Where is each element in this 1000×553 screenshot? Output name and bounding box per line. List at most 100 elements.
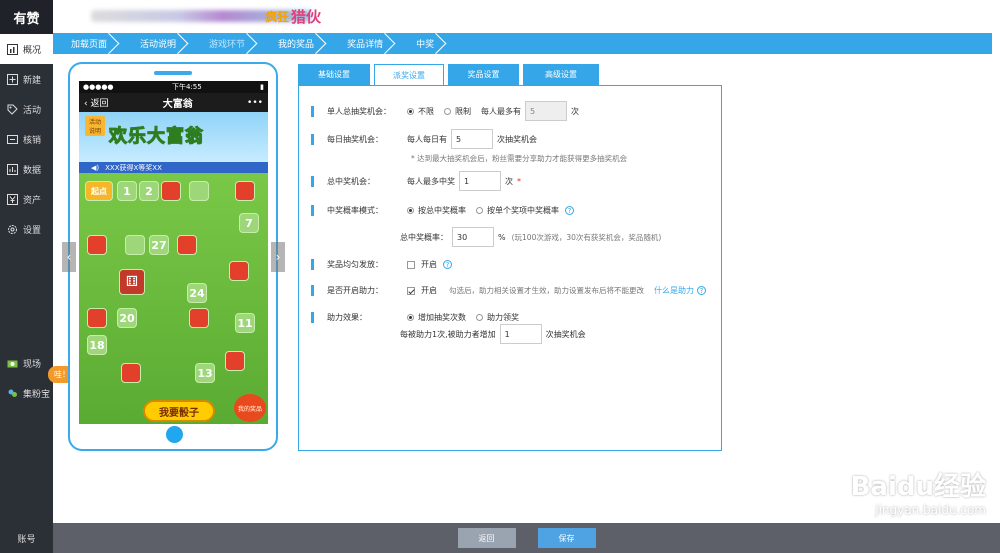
step-prize-detail[interactable]: 奖品详情 xyxy=(329,33,398,54)
sidebar-item-new[interactable]: 新建 xyxy=(0,64,53,94)
back-button[interactable]: 返回 xyxy=(457,528,516,548)
tab-award[interactable]: 派奖设置 xyxy=(374,64,444,86)
board-tile: 2 xyxy=(139,181,159,201)
radio-assist-claim[interactable] xyxy=(476,314,483,321)
more-icon[interactable]: ••• xyxy=(247,98,263,108)
radio-single-rate[interactable] xyxy=(476,207,483,214)
gift-tile xyxy=(87,235,107,255)
even-award-row: 奖品均匀发放： 开启 ? xyxy=(299,259,452,270)
phone-home-button xyxy=(166,426,183,443)
tab-basic[interactable]: 基础设置 xyxy=(298,64,370,85)
fans-icon xyxy=(6,387,19,400)
radio-label: 按总中奖概率 xyxy=(418,206,466,215)
what-is-assist-link[interactable]: 什么是助力 xyxy=(654,285,694,296)
even-award-checkbox[interactable] xyxy=(407,260,415,269)
daily-chance-input[interactable]: 5 xyxy=(451,129,493,149)
sidebar-item-verify[interactable]: 核销 xyxy=(0,124,53,154)
sidebar-item-settings[interactable]: 设置 xyxy=(0,214,53,244)
scene-icon xyxy=(6,357,19,370)
game-board: 起点 1 2 7 27 ⚅ 24 20 11 18 13 我要骰子 我的奖品 xyxy=(79,173,268,424)
radio-label: 按单个奖项中奖概率 xyxy=(487,206,559,215)
step-my-prize[interactable]: 我的奖品 xyxy=(260,33,329,54)
tab-advanced[interactable]: 高级设置 xyxy=(523,64,599,85)
assist-add-row: 每被助力1次,被助力者增加 1 次抽奖机会 xyxy=(400,324,586,344)
promo-banner[interactable]: 疯狂 猎伙 xyxy=(265,2,390,30)
single-chance-row: 单人总抽奖机会： 不限 限制 每人最多有 5 次 xyxy=(299,101,579,121)
sidebar-item-data[interactable]: 数据 xyxy=(0,154,53,184)
step-game[interactable]: 游戏环节 xyxy=(191,33,260,54)
step-load-page[interactable]: 加载页面 xyxy=(53,33,122,54)
hint-text: 勾选后，助力相关设置才生效，助力设置发布后将不能更改 xyxy=(449,286,644,295)
radio-add-chance[interactable] xyxy=(407,314,414,321)
assist-checkbox[interactable] xyxy=(407,286,415,295)
speaker-icon: ◀) xyxy=(91,163,100,172)
app-logo[interactable]: 有赞 xyxy=(0,0,53,34)
footer-bar: 返回 保存 xyxy=(53,523,1000,553)
sidebar-item-scene[interactable]: 现场 xyxy=(0,348,53,378)
phone-time: 下午4:55 xyxy=(171,83,202,91)
roll-dice-button[interactable]: 我要骰子 xyxy=(143,400,215,422)
help-icon[interactable]: ? xyxy=(697,286,706,295)
max-chance-input[interactable]: 5 xyxy=(525,101,567,121)
game-header: 活动说明 欢乐大富翁 xyxy=(79,112,268,162)
tab-prize[interactable]: 奖品设置 xyxy=(448,64,519,85)
game-desc-tag[interactable]: 活动说明 xyxy=(85,116,105,136)
help-icon[interactable]: ? xyxy=(443,260,452,269)
gear-icon xyxy=(6,223,19,236)
field-text: 次抽奖机会 xyxy=(497,134,537,144)
hint-text: * 达到最大抽奖机会后，粉丝需要分享助力才能获得更多抽奖机会 xyxy=(411,154,628,163)
step-bar: 加载页面 活动说明 游戏环节 我的奖品 奖品详情 中奖 xyxy=(53,33,992,54)
assist-add-input[interactable]: 1 xyxy=(499,324,542,344)
radio-label: 不限 xyxy=(418,106,434,116)
board-tile: 18 xyxy=(87,335,107,355)
sidebar-item-label: 集粉宝 xyxy=(23,389,51,400)
sidebar-item-overview[interactable]: 概况 xyxy=(0,34,53,64)
step-activity-desc[interactable]: 活动说明 xyxy=(122,33,191,54)
total-win-row: 总中奖机会： 每人最多中奖 1 次 * xyxy=(299,171,521,191)
gift-tile xyxy=(87,308,107,328)
prev-arrow-icon[interactable]: ‹ xyxy=(62,242,76,272)
data-icon xyxy=(6,163,19,176)
board-tile: 1 xyxy=(117,181,137,201)
step-winning[interactable]: 中奖 xyxy=(398,33,449,54)
sidebar-item-activity[interactable]: 活动 xyxy=(0,94,53,124)
next-arrow-icon[interactable]: › xyxy=(271,242,285,272)
battery-icon: ▮ xyxy=(260,83,264,91)
field-text: 每人每日有 xyxy=(407,134,447,144)
signal-icon: ●●●●● xyxy=(83,83,114,91)
radio-limit[interactable] xyxy=(444,107,451,115)
phone-page-title: 大富翁 xyxy=(162,99,193,110)
radio-label: 增加抽奖次数 xyxy=(418,313,466,322)
board-tile: 7 xyxy=(239,213,259,233)
field-text: 次抽奖机会 xyxy=(545,329,586,339)
daily-chance-hint: * 达到最大抽奖机会后，粉丝需要分享助力才能获得更多抽奖机会 xyxy=(411,153,627,164)
radio-total-rate[interactable] xyxy=(407,207,414,214)
phone-preview: ●●●●● 下午4:55 ▮ ‹ 返回 大富翁 ••• 活动说明 欢乐大富翁 ◀… xyxy=(68,62,278,451)
account-link[interactable]: 账号 xyxy=(0,523,53,553)
phone-back-button[interactable]: ‹ 返回 xyxy=(84,96,108,109)
watermark-main: Baidu经验 xyxy=(850,472,986,502)
phone-speaker xyxy=(154,71,192,75)
chart-icon xyxy=(6,43,19,56)
dice-icon: ⚅ xyxy=(119,269,145,295)
help-icon[interactable]: ? xyxy=(565,206,574,215)
win-rate-input[interactable]: 30 xyxy=(452,227,494,247)
sidebar-item-assets[interactable]: 资产 xyxy=(0,184,53,214)
checkbox-label: 开启 xyxy=(421,286,437,295)
total-win-input[interactable]: 1 xyxy=(459,171,501,191)
assist-effect-row: 助力效果： 增加抽奖次数 助力领奖 xyxy=(299,312,519,323)
gift-tile xyxy=(121,363,141,383)
sidebar-item-fans[interactable]: 集粉宝 xyxy=(0,378,53,408)
my-prize-button[interactable]: 我的奖品 xyxy=(234,394,266,422)
assist-row: 是否开启助力： 开启 勾选后，助力相关设置才生效，助力设置发布后将不能更改 什么… xyxy=(299,285,706,296)
required-mark: * xyxy=(517,176,521,186)
sidebar-item-label: 新建 xyxy=(23,75,42,86)
sidebar-item-label: 资产 xyxy=(23,195,42,206)
win-mode-row: 中奖概率模式： 按总中奖概率 按单个奖项中奖概率 ? xyxy=(299,205,574,216)
board-tile xyxy=(125,235,145,255)
marquee-text: XXX获得X等奖XX xyxy=(105,163,162,172)
radio-unlimited[interactable] xyxy=(407,107,414,115)
gift-tile xyxy=(177,235,197,255)
save-button[interactable]: 保存 xyxy=(537,528,596,548)
board-tile: 20 xyxy=(117,308,137,328)
